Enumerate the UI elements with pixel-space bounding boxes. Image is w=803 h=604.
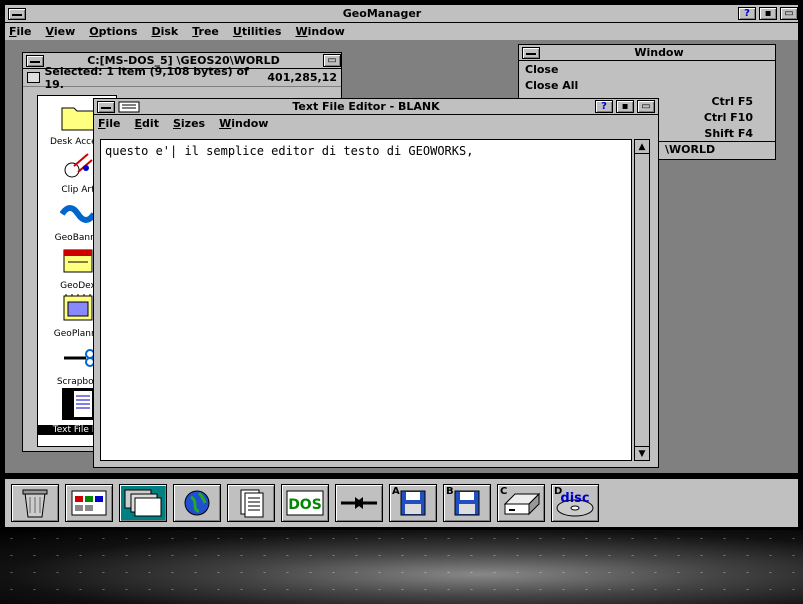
menu-tree[interactable]: Tree bbox=[192, 25, 219, 38]
globe-button[interactable] bbox=[173, 484, 221, 522]
clip-art-icon bbox=[64, 153, 93, 178]
folder-icon[interactable] bbox=[27, 72, 41, 83]
folder-maximize-button[interactable]: ▭ bbox=[323, 54, 341, 67]
window-menu-pin-button[interactable] bbox=[522, 46, 540, 59]
system-menu-button[interactable] bbox=[8, 7, 26, 20]
maximize-button[interactable]: ▭ bbox=[780, 7, 798, 20]
menu-item-close[interactable]: Close bbox=[519, 61, 775, 77]
documents-button[interactable] bbox=[227, 484, 275, 522]
editor-title: Text File Editor - BLANK bbox=[292, 100, 440, 113]
drive-c-button[interactable]: C bbox=[497, 484, 545, 522]
main-menubar: File View Options Disk Tree Utilities Wi… bbox=[5, 23, 798, 40]
text-file-editor-icon bbox=[62, 388, 94, 420]
task-switcher-button[interactable] bbox=[119, 484, 167, 522]
geomanager-button[interactable] bbox=[65, 484, 113, 522]
drive-letter: D bbox=[554, 486, 563, 497]
drive-letter: C bbox=[500, 486, 508, 497]
help-button[interactable]: ? bbox=[738, 7, 756, 20]
editor-help-button[interactable]: ? bbox=[595, 100, 613, 113]
selection-status: Selected: 1 item (9,108 bytes) of 19. bbox=[44, 64, 249, 91]
documents-icon bbox=[240, 489, 264, 518]
editor-titlebar[interactable]: Text File Editor - BLANK ? ▪ ▭ bbox=[94, 99, 658, 115]
transfer-icon bbox=[341, 497, 377, 509]
menu-file[interactable]: File bbox=[9, 25, 32, 38]
geomanager-titlebar[interactable]: GeoManager ? ▪ ▭ bbox=[5, 5, 798, 23]
task-switcher-icon bbox=[124, 489, 162, 517]
desktop-background bbox=[0, 530, 803, 604]
menu-item-label: \WORLD bbox=[665, 143, 716, 156]
vertical-scrollbar[interactable]: ▲ ▼ bbox=[634, 139, 650, 461]
menu-window[interactable]: Window bbox=[295, 25, 344, 38]
menu-item-close-all[interactable]: Close All bbox=[519, 77, 775, 93]
window-title: GeoManager bbox=[342, 7, 422, 20]
geoplanner-icon bbox=[63, 294, 93, 321]
drive-b-button[interactable]: B bbox=[443, 484, 491, 522]
floppy-disk-icon bbox=[400, 490, 426, 516]
transfer-button[interactable] bbox=[335, 484, 383, 522]
globe-icon bbox=[184, 490, 210, 516]
drive-letter: A bbox=[392, 486, 400, 497]
taskbar: DOS A B C D disc bbox=[4, 478, 799, 528]
folder-icon bbox=[61, 107, 95, 131]
scroll-up-arrow-icon[interactable]: ▲ bbox=[635, 140, 649, 154]
geobanner-icon bbox=[59, 205, 97, 223]
drive-letter: B bbox=[446, 486, 454, 497]
folder-status-bar: Selected: 1 item (9,108 bytes) of 19. 40… bbox=[23, 65, 341, 91]
geomanager-icon bbox=[71, 490, 107, 516]
editor-app-icon bbox=[118, 101, 140, 112]
geodex-icon bbox=[63, 249, 93, 273]
editor-menu-sizes[interactable]: Sizes bbox=[173, 117, 205, 130]
menu-options[interactable]: Options bbox=[89, 25, 137, 38]
menu-item-label: Close All bbox=[525, 78, 579, 92]
menu-utilities[interactable]: Utilities bbox=[233, 25, 282, 38]
scrapbook-icon bbox=[64, 349, 95, 367]
wastebasket-button[interactable] bbox=[11, 484, 59, 522]
free-space: 401,285,12 bbox=[267, 71, 337, 84]
wastebasket-icon bbox=[22, 489, 48, 518]
dos-icon: DOS bbox=[286, 490, 324, 516]
editor-minimize-button[interactable]: ▪ bbox=[616, 100, 634, 113]
text-editor-window: Text File Editor - BLANK ? ▪ ▭ File Edit… bbox=[93, 98, 659, 468]
shortcut-label: Shift F4 bbox=[704, 126, 753, 140]
menu-item-label: Close bbox=[525, 62, 559, 76]
shortcut-label: Ctrl F10 bbox=[703, 110, 753, 124]
editor-menubar: File Edit Sizes Window bbox=[94, 115, 658, 132]
scroll-down-arrow-icon[interactable]: ▼ bbox=[635, 446, 649, 460]
window-menu-title: Window bbox=[634, 46, 684, 59]
editor-menu-window[interactable]: Window bbox=[219, 117, 268, 130]
svg-text:DOS: DOS bbox=[288, 497, 322, 513]
floppy-disk-icon bbox=[454, 490, 480, 516]
shortcut-label: Ctrl F5 bbox=[711, 94, 753, 108]
drive-d-button[interactable]: D disc bbox=[551, 484, 599, 522]
editor-menu-edit[interactable]: Edit bbox=[135, 117, 159, 130]
svg-text:disc: disc bbox=[560, 491, 589, 506]
menu-view[interactable]: View bbox=[46, 25, 76, 38]
menu-disk[interactable]: Disk bbox=[151, 25, 178, 38]
editor-system-menu-button[interactable] bbox=[97, 100, 115, 113]
editor-text-area[interactable]: questo e'| il semplice editor di testo d… bbox=[100, 139, 632, 461]
folder-system-menu-button[interactable] bbox=[26, 54, 44, 67]
drive-a-button[interactable]: A bbox=[389, 484, 437, 522]
editor-maximize-button[interactable]: ▭ bbox=[637, 100, 655, 113]
minimize-button[interactable]: ▪ bbox=[759, 7, 777, 20]
dos-button[interactable]: DOS bbox=[281, 484, 329, 522]
window-menu-titlebar: Window bbox=[519, 45, 775, 61]
editor-menu-file[interactable]: File bbox=[98, 117, 121, 130]
